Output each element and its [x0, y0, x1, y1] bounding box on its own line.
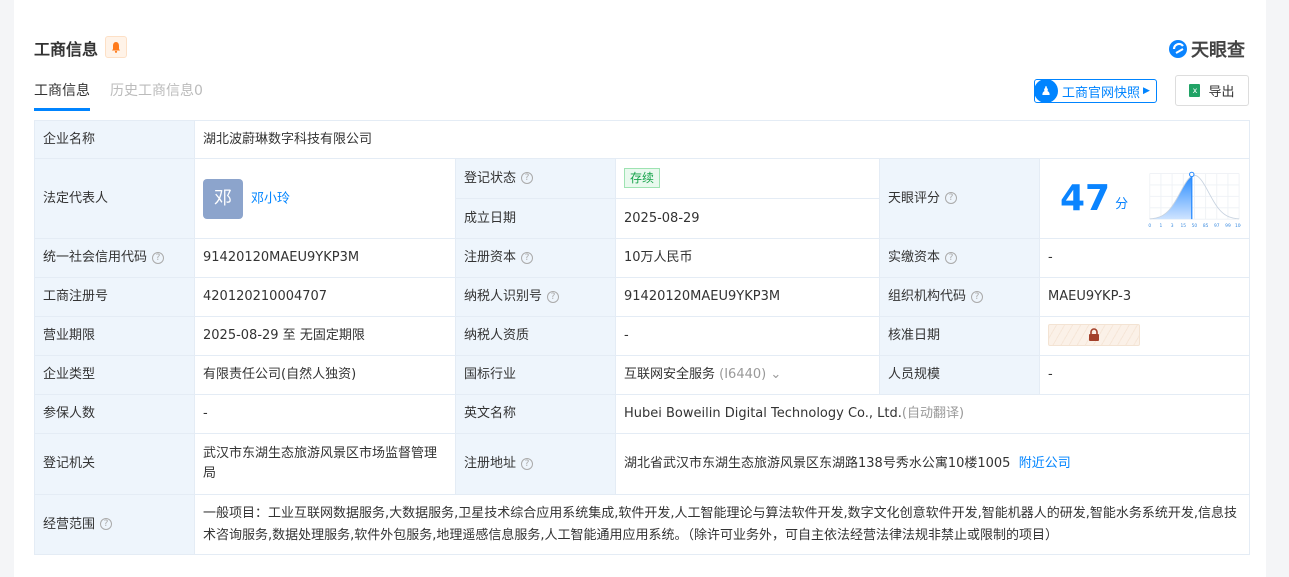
business-scope: 一般项目：工业互联网数据服务,大数据服务,卫星技术综合应用系统集成,软件开发,人… [194, 494, 1250, 555]
staff: - [1039, 355, 1250, 395]
org-code-label: 组织机构代码? [879, 277, 1040, 317]
help-icon[interactable]: ? [521, 457, 534, 470]
reg-capital: 10万人民币 [615, 238, 880, 278]
tick-label: 50 [1192, 223, 1198, 229]
tab-history-info[interactable]: 历史工商信息0 [110, 80, 203, 111]
tick-label: 1 [1160, 223, 1163, 229]
help-icon[interactable]: ? [971, 290, 984, 303]
legal-rep-link[interactable]: 邓小玲 [251, 191, 290, 206]
business-info-table: 企业名称 湖北波蔚琳数字科技有限公司 法定代表人 邓邓小玲 登记状态? 存续 天… [34, 120, 1250, 555]
scope-label: 经营范围? [34, 494, 195, 555]
taxpayer-id: 91420120MAEU9YKP3M [615, 277, 880, 317]
tick-label: 99 [1225, 223, 1231, 229]
export-button[interactable]: x 导出 [1175, 75, 1249, 106]
snapshot-label: 工商官网快照 [1062, 85, 1141, 101]
caret-right-icon: ▶ [1143, 86, 1150, 96]
legal-rep-cell: 邓邓小玲 [194, 158, 456, 239]
address-cell: 湖北省武汉市东湖生态旅游风景区东湖路138号秀水公寓10楼1005 附近公司 [615, 433, 1250, 495]
snapshot-button[interactable]: ♟ 工商官网快照 ▶ [1034, 79, 1157, 103]
score-distribution-chart: 0 1 3 15 50 85 97 99 100 [1148, 171, 1241, 229]
type: 有限责任公司(自然人独资) [194, 355, 456, 395]
status-cell: 存续 [615, 158, 880, 199]
company-name: 湖北波蔚琳数字科技有限公司 [194, 120, 1250, 159]
logo-text: 天眼查 [1191, 40, 1245, 61]
address-label: 注册地址? [455, 433, 616, 495]
authority-label: 登记机关 [34, 433, 195, 495]
tabs: 工商信息 历史工商信息0 [34, 80, 203, 111]
excel-icon: x [1189, 84, 1201, 97]
tick-label: 100 [1235, 223, 1241, 229]
avatar[interactable]: 邓 [203, 178, 243, 219]
chevron-down-icon[interactable]: ⌄ [770, 367, 781, 382]
tianyancha-logo: 天眼查 [1168, 36, 1245, 62]
approval-date-cell [1039, 316, 1250, 356]
term-label: 营业期限 [34, 316, 195, 356]
credit-code: 91420120MAEU9YKP3M [194, 238, 456, 278]
tick-label: 85 [1203, 223, 1209, 229]
taxpayer-id-label: 纳税人识别号? [455, 277, 616, 317]
industry-code: (I6440) [719, 367, 767, 382]
help-icon[interactable]: ? [521, 172, 534, 184]
taxpayer-qual: - [615, 316, 880, 356]
status-badge: 存续 [624, 168, 661, 188]
help-icon[interactable]: ? [521, 251, 534, 264]
help-icon[interactable]: ? [152, 251, 165, 264]
tick-label: 3 [1171, 223, 1174, 229]
paid-capital: - [1039, 238, 1250, 278]
bell-icon[interactable] [105, 36, 127, 58]
tick-label: 97 [1214, 223, 1220, 229]
score-marker [1189, 171, 1195, 177]
score-unit: 分 [1115, 196, 1129, 212]
help-icon[interactable]: ? [100, 518, 113, 530]
lock-icon[interactable] [1048, 323, 1140, 346]
org-code: MAEU9YKP-3 [1039, 277, 1250, 317]
founded-label: 成立日期 [455, 198, 616, 239]
help-icon[interactable]: ? [547, 290, 560, 303]
tick-label: 15 [1181, 223, 1187, 229]
score-label: 天眼评分? [879, 158, 1040, 239]
taxpayer-qual-label: 纳税人资质 [455, 316, 616, 356]
logo-icon [1169, 40, 1187, 58]
score-value: 47 [1060, 177, 1111, 219]
paid-capital-label: 实缴资本? [879, 238, 1040, 278]
reg-no: 420120210004707 [194, 277, 456, 317]
staff-label: 人员规模 [879, 355, 1040, 395]
export-label: 导出 [1208, 85, 1235, 100]
status-label: 登记状态? [455, 158, 616, 199]
tick-label: 0 [1148, 223, 1151, 229]
term: 2025-08-29 至 无固定期限 [194, 316, 456, 356]
company-name-label: 企业名称 [34, 120, 195, 159]
credit-code-label: 统一社会信用代码? [34, 238, 195, 278]
help-icon[interactable]: ? [945, 192, 958, 204]
insured-label: 参保人数 [34, 394, 195, 434]
stamp-icon: ♟ [1034, 79, 1058, 103]
legal-rep-label: 法定代表人 [34, 158, 195, 239]
nearby-companies-link[interactable]: 附近公司 [1019, 456, 1071, 471]
industry-cell[interactable]: 互联网安全服务 (I6440) ⌄ [615, 355, 880, 395]
reg-no-label: 工商注册号 [34, 277, 195, 317]
section-title: 工商信息 [34, 40, 99, 59]
insured: - [194, 394, 456, 434]
auto-translate-note: (自动翻译) [901, 406, 965, 421]
english-name-cell: Hubei Boweilin Digital Technology Co., L… [615, 394, 1250, 434]
authority: 武汉市东湖生态旅游风景区市场监督管理局 [194, 433, 456, 495]
tab-business-info[interactable]: 工商信息 [34, 80, 90, 111]
english-name-label: 英文名称 [455, 394, 616, 434]
score-cell[interactable]: 47分 0 1 3 15 50 85 97 99 100 [1039, 158, 1250, 239]
industry-label: 国标行业 [455, 355, 616, 395]
type-label: 企业类型 [34, 355, 195, 395]
approval-date-label: 核准日期 [879, 316, 1040, 356]
founded-value: 2025-08-29 [615, 198, 880, 239]
reg-capital-label: 注册资本? [455, 238, 616, 278]
help-icon[interactable]: ? [945, 251, 958, 264]
